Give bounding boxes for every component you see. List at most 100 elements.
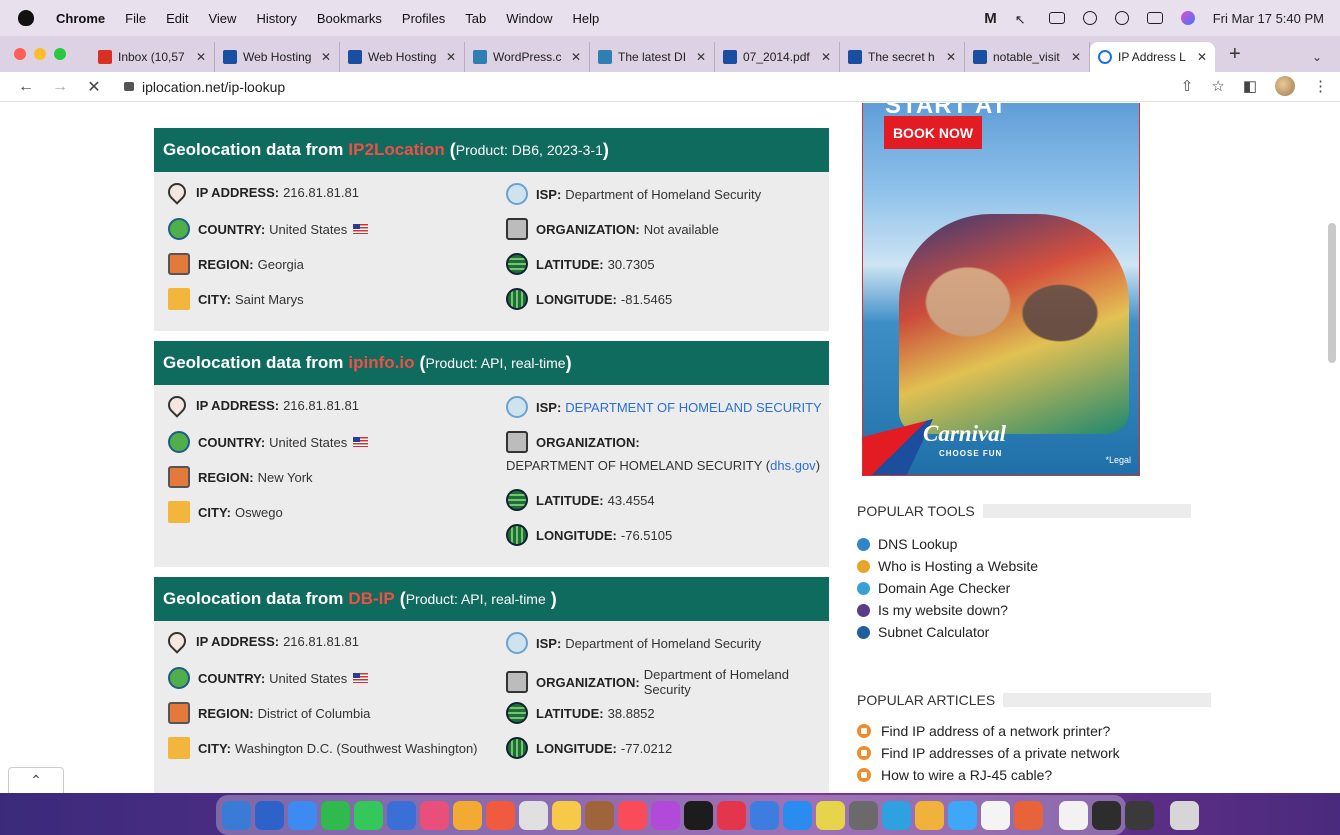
side-panel-icon[interactable]: ◧ xyxy=(1243,77,1257,95)
dock-app-icon[interactable] xyxy=(552,800,581,830)
cursor-icon[interactable]: ↖ xyxy=(1015,12,1031,27)
dock-app-icon[interactable] xyxy=(585,800,614,830)
dock-app-icon[interactable] xyxy=(1125,800,1154,830)
menu-app-name[interactable]: Chrome xyxy=(56,11,105,26)
browser-tab[interactable]: 07_2014.pdf ✕ xyxy=(715,42,840,72)
dock-app-icon[interactable] xyxy=(948,800,977,830)
dock-app-icon[interactable] xyxy=(288,800,317,830)
browser-tab[interactable]: The secret h ✕ xyxy=(840,42,965,72)
chrome-menu-icon[interactable]: ⋮ xyxy=(1313,77,1328,95)
dock-app-icon[interactable] xyxy=(486,800,515,830)
ad-legal-link[interactable]: *Legal xyxy=(1105,455,1131,465)
dock-app-icon[interactable] xyxy=(783,800,812,830)
spotlight-icon[interactable] xyxy=(1114,11,1129,25)
dock-app-icon[interactable] xyxy=(1170,800,1199,830)
address-bar[interactable]: iplocation.net/ip-lookup xyxy=(142,79,285,95)
dock-app-icon[interactable] xyxy=(387,800,416,830)
popular-tool-link[interactable]: Is my website down? xyxy=(857,602,1008,618)
control-center-icon[interactable] xyxy=(1146,12,1163,24)
dock-app-icon[interactable] xyxy=(1092,800,1121,830)
menu-tab[interactable]: Tab xyxy=(465,11,486,26)
browser-tab[interactable]: Inbox (10,57 ✕ xyxy=(90,42,215,72)
close-tab-icon[interactable]: ✕ xyxy=(446,50,456,64)
close-tab-icon[interactable]: ✕ xyxy=(821,50,831,64)
profile-avatar[interactable] xyxy=(1275,76,1295,96)
dock-app-icon[interactable] xyxy=(420,800,449,830)
dock-app-icon[interactable] xyxy=(684,800,713,830)
close-window-button[interactable] xyxy=(14,48,26,60)
dock-app-icon[interactable] xyxy=(849,800,878,830)
menu-file[interactable]: File xyxy=(125,11,146,26)
dock-app-icon[interactable] xyxy=(750,800,779,830)
wifi-icon[interactable] xyxy=(1082,11,1097,25)
close-tab-icon[interactable]: ✕ xyxy=(946,50,956,64)
new-tab-button[interactable]: + xyxy=(1229,43,1241,66)
page-scrollbar[interactable] xyxy=(1328,223,1336,363)
menu-view[interactable]: View xyxy=(208,11,236,26)
menu-bookmarks[interactable]: Bookmarks xyxy=(317,11,382,26)
browser-tab[interactable]: Web Hosting ✕ xyxy=(340,42,465,72)
close-tab-icon[interactable]: ✕ xyxy=(571,50,581,64)
ad-book-now-button[interactable]: BOOK NOW xyxy=(884,116,982,149)
menu-help[interactable]: Help xyxy=(573,11,600,26)
scroll-to-top-button[interactable]: ⌃ xyxy=(8,767,64,793)
close-tab-icon[interactable]: ✕ xyxy=(1197,50,1207,64)
popular-tool-link[interactable]: DNS Lookup xyxy=(857,536,957,552)
dock-app-icon[interactable] xyxy=(651,800,680,830)
browser-tab[interactable]: The latest DI ✕ xyxy=(590,42,715,72)
close-tab-icon[interactable]: ✕ xyxy=(196,50,206,64)
close-tab-icon[interactable]: ✕ xyxy=(1071,50,1081,64)
browser-tab[interactable]: WordPress.c ✕ xyxy=(465,42,590,72)
menu-history[interactable]: History xyxy=(256,11,296,26)
minimize-window-button[interactable] xyxy=(34,48,46,60)
menubar-clock[interactable]: Fri Mar 17 5:40 PM xyxy=(1213,11,1324,26)
dock-app-icon[interactable] xyxy=(222,800,251,830)
dock-app-icon[interactable] xyxy=(915,800,944,830)
ip-address-value: 216.81.81.81 xyxy=(283,397,359,413)
panel-source-link[interactable]: DB-IP xyxy=(348,589,394,609)
back-button[interactable]: ← xyxy=(18,78,34,96)
browser-tab[interactable]: IP Address L ✕ xyxy=(1090,42,1215,72)
popular-tool-link[interactable]: Subnet Calculator xyxy=(857,624,989,640)
dock-app-icon[interactable] xyxy=(882,800,911,830)
dock-app-icon[interactable] xyxy=(981,800,1010,830)
popular-article-link[interactable]: Find IP address of a network printer? xyxy=(857,723,1110,739)
browser-tab[interactable]: notable_visit ✕ xyxy=(965,42,1090,72)
carnival-advertisement[interactable]: START AT BOOK NOW Carnival CHOOSE FUN *L… xyxy=(862,103,1140,476)
close-tab-icon[interactable]: ✕ xyxy=(321,50,331,64)
menu-edit[interactable]: Edit xyxy=(166,11,188,26)
menu-window[interactable]: Window xyxy=(506,11,552,26)
dock-app-icon[interactable] xyxy=(816,800,845,830)
share-icon[interactable]: ⇧ xyxy=(1181,77,1194,95)
close-tab-icon[interactable]: ✕ xyxy=(696,50,706,64)
dock-app-icon[interactable] xyxy=(453,800,482,830)
forward-button[interactable]: → xyxy=(52,78,68,96)
panel-source-link[interactable]: IP2Location xyxy=(348,140,444,160)
dock-app-icon[interactable] xyxy=(1059,800,1088,830)
zoom-window-button[interactable] xyxy=(54,48,66,60)
popular-tool-link[interactable]: Domain Age Checker xyxy=(857,580,1010,596)
battery-icon[interactable] xyxy=(1048,12,1065,24)
browser-tab[interactable]: Web Hosting ✕ xyxy=(215,42,340,72)
dock-app-icon[interactable] xyxy=(717,800,746,830)
popular-article-link[interactable]: Find IP addresses of a private network xyxy=(857,745,1120,761)
menu-profiles[interactable]: Profiles xyxy=(402,11,445,26)
stop-loading-button[interactable]: ✕ xyxy=(86,77,102,97)
dock-app-icon[interactable] xyxy=(1014,800,1043,830)
bookmark-star-icon[interactable]: ☆ xyxy=(1211,77,1224,95)
tab-search-chevron-icon[interactable]: ⌄ xyxy=(1312,50,1322,64)
dock-app-icon[interactable] xyxy=(618,800,647,830)
popular-tool-link[interactable]: Who is Hosting a Website xyxy=(857,558,1038,574)
organization-domain-link[interactable]: dhs.gov xyxy=(770,458,816,473)
dock-app-icon[interactable] xyxy=(255,800,284,830)
apple-icon[interactable] xyxy=(18,10,34,26)
panel-source-link[interactable]: ipinfo.io xyxy=(348,353,414,373)
dock-app-icon[interactable] xyxy=(354,800,383,830)
siri-icon[interactable] xyxy=(1180,11,1195,25)
popular-article-link[interactable]: How to wire a RJ-45 cable? xyxy=(857,767,1052,783)
dock-app-icon[interactable] xyxy=(519,800,548,830)
isp-link[interactable]: DEPARTMENT OF HOMELAND SECURITY xyxy=(565,400,821,415)
lock-icon[interactable] xyxy=(124,82,134,91)
dock-app-icon[interactable] xyxy=(321,800,350,830)
malwarebytes-icon[interactable]: M xyxy=(984,10,997,27)
